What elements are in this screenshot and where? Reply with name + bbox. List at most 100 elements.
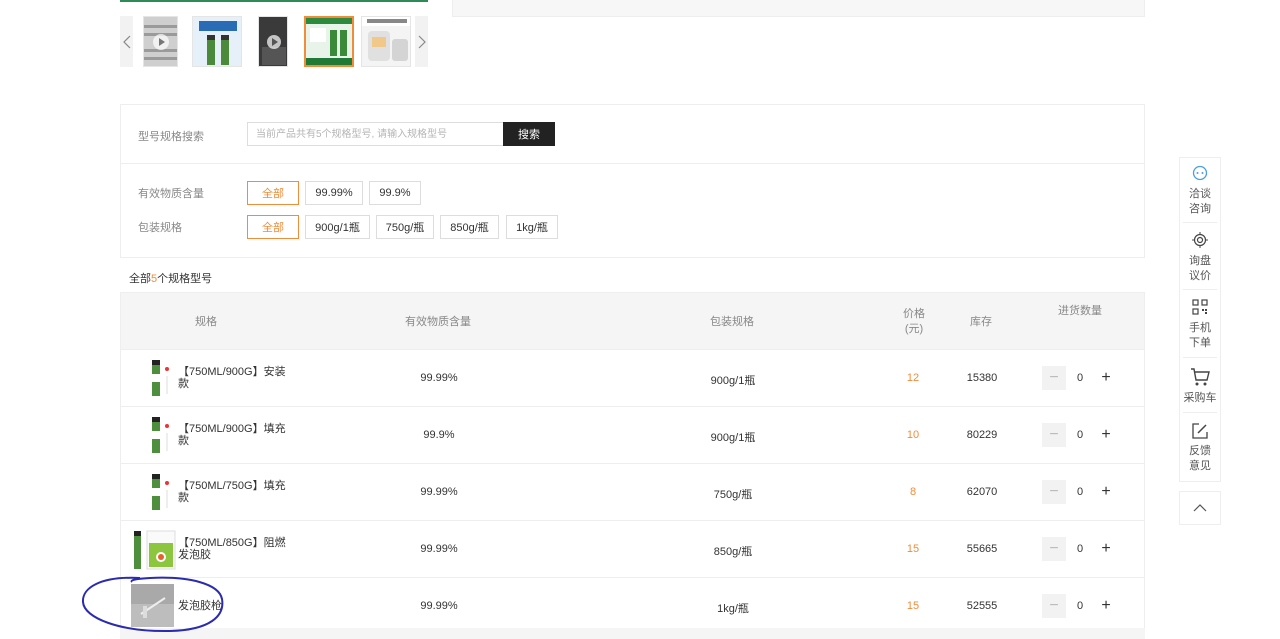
spec-name-line1: 【750ML/900G】安装 — [178, 366, 286, 378]
sidebar-cart-label: 采购车 — [1183, 392, 1217, 404]
qty-plus-button[interactable]: + — [1094, 423, 1118, 447]
summary-prefix: 全部 — [129, 273, 151, 285]
sidebar-item-feedback[interactable]: 反馈 意见 — [1179, 422, 1221, 474]
package-value: 900g/1瓶 — [710, 375, 756, 387]
stock-value: 55665 — [966, 543, 998, 555]
cart-icon — [1191, 368, 1210, 386]
filter-package-1kg[interactable]: 1kg/瓶 — [506, 215, 558, 239]
spec-name: 【750ML/900G】安装 款 — [178, 366, 288, 390]
filter-package-850g[interactable]: 850g/瓶 — [440, 215, 499, 239]
filter-package-900g[interactable]: 900g/1瓶 — [305, 215, 370, 239]
qty-minus-button[interactable]: − — [1042, 480, 1066, 504]
filter-package-750g[interactable]: 750g/瓶 — [376, 215, 434, 239]
qty-input[interactable] — [1066, 423, 1094, 447]
qty-input[interactable] — [1066, 537, 1094, 561]
gallery-thumb-2[interactable] — [192, 16, 242, 67]
stock-value: 62070 — [966, 486, 998, 498]
spec-name-line1: 【750ML/850G】阻燃 — [178, 537, 286, 549]
qty-input[interactable] — [1066, 366, 1094, 390]
summary-suffix: 个规格型号 — [157, 273, 213, 285]
filter-divider — [120, 163, 1145, 164]
header-price-label: 价格 — [903, 308, 925, 320]
gallery-prev-button[interactable] — [120, 16, 133, 67]
qty-plus-button[interactable]: + — [1094, 366, 1118, 390]
gallery-thumb-video-1[interactable] — [143, 16, 178, 67]
qty-input[interactable] — [1066, 480, 1094, 504]
sidebar-divider — [1183, 289, 1217, 290]
gallery-next-button[interactable] — [415, 16, 428, 67]
gallery-thumb-4[interactable] — [304, 16, 354, 67]
sidebar-item-mobile-order[interactable]: 手机 下单 — [1179, 299, 1221, 351]
spec-search-input[interactable] — [247, 122, 504, 146]
chevron-right-icon — [418, 35, 426, 48]
spec-name-line1: 【750ML/900G】填充 — [178, 423, 286, 435]
table-footer — [120, 628, 1145, 639]
qty-plus-button[interactable]: + — [1094, 480, 1118, 504]
sidebar-feedback-line2: 意见 — [1189, 460, 1211, 472]
back-to-top-button[interactable] — [1179, 491, 1221, 525]
sidebar-mobile-line1: 手机 — [1189, 322, 1211, 334]
sidebar-item-inquiry[interactable]: 询盘 议价 — [1179, 232, 1221, 284]
gallery-top-border — [120, 0, 428, 2]
product-thumbnail-image — [362, 17, 410, 66]
content-value: 99.99% — [420, 600, 458, 612]
sidebar-feedback-line1: 反馈 — [1189, 445, 1211, 457]
sidebar-item-cart[interactable]: 采购车 — [1179, 367, 1221, 406]
product-image — [134, 530, 176, 570]
product-image — [152, 474, 169, 510]
qty-minus-button[interactable]: − — [1042, 594, 1066, 618]
price-value: 10 — [906, 429, 920, 441]
header-qty: 进货数量 — [1058, 305, 1102, 317]
package-value: 1kg/瓶 — [717, 603, 749, 615]
search-label: 型号规格搜索 — [138, 131, 204, 143]
package-value: 850g/瓶 — [713, 546, 753, 558]
header-stock: 库存 — [970, 316, 992, 328]
gallery-thumb-video-2[interactable] — [258, 16, 288, 67]
qty-minus-button[interactable]: − — [1042, 423, 1066, 447]
qty-input[interactable] — [1066, 594, 1094, 618]
gallery-thumb-5[interactable] — [361, 16, 411, 67]
spec-name-line2: 发泡胶 — [178, 549, 211, 561]
qty-plus-button[interactable]: + — [1094, 537, 1118, 561]
content-value: 99.99% — [420, 372, 458, 384]
quantity-stepper: − + — [1042, 594, 1118, 618]
sidebar-item-consult[interactable]: 洽谈 咨询 — [1179, 165, 1221, 217]
table-row: 【750ML/750G】填充 款 99.99% 750g/瓶 8 62070 −… — [120, 464, 1145, 521]
package-value: 900g/1瓶 — [710, 432, 756, 444]
filter-package-all[interactable]: 全部 — [247, 215, 299, 239]
filter-label-content: 有效物质含量 — [138, 188, 204, 200]
sidebar-inquiry-line1: 询盘 — [1189, 255, 1211, 267]
header-spec: 规格 — [195, 316, 217, 328]
filter-content-9999[interactable]: 99.99% — [305, 181, 363, 205]
content-value: 99.99% — [420, 543, 458, 555]
quantity-stepper: − + — [1042, 423, 1118, 447]
header-content: 有效物质含量 — [405, 316, 471, 328]
table-row: 发泡胶枪 99.99% 1kg/瓶 15 52555 − + — [120, 578, 1145, 629]
spec-name-line1: 【750ML/750G】填充 — [178, 480, 286, 492]
sidebar-consult-line1: 洽谈 — [1189, 188, 1211, 200]
quantity-stepper: − + — [1042, 366, 1118, 390]
video-thumbnail-image — [259, 17, 287, 66]
qty-plus-button[interactable]: + — [1094, 594, 1118, 618]
filter-content-999[interactable]: 99.9% — [369, 181, 421, 205]
edit-icon — [1192, 423, 1208, 439]
product-image — [152, 360, 169, 396]
quantity-stepper: − + — [1042, 480, 1118, 504]
header-price: 价格 (元) — [894, 307, 934, 337]
product-image — [152, 417, 169, 453]
search-button[interactable]: 搜索 — [503, 122, 555, 146]
qty-minus-button[interactable]: − — [1042, 537, 1066, 561]
spec-name-line2: 款 — [178, 435, 189, 447]
filter-content-all[interactable]: 全部 — [247, 181, 299, 205]
spec-name: 【750ML/850G】阻燃 发泡胶 — [178, 537, 288, 561]
qrcode-icon — [1192, 299, 1208, 315]
price-value: 8 — [909, 486, 917, 498]
content-value: 99.99% — [420, 486, 458, 498]
spec-name-line2: 款 — [178, 492, 189, 504]
table-row: 【750ML/900G】填充 款 99.9% 900g/1瓶 10 80229 … — [120, 407, 1145, 464]
price-value: 12 — [906, 372, 920, 384]
sidebar-divider — [1183, 222, 1217, 223]
sidebar-consult-line2: 咨询 — [1189, 203, 1211, 215]
qty-minus-button[interactable]: − — [1042, 366, 1066, 390]
target-icon — [1192, 232, 1208, 248]
